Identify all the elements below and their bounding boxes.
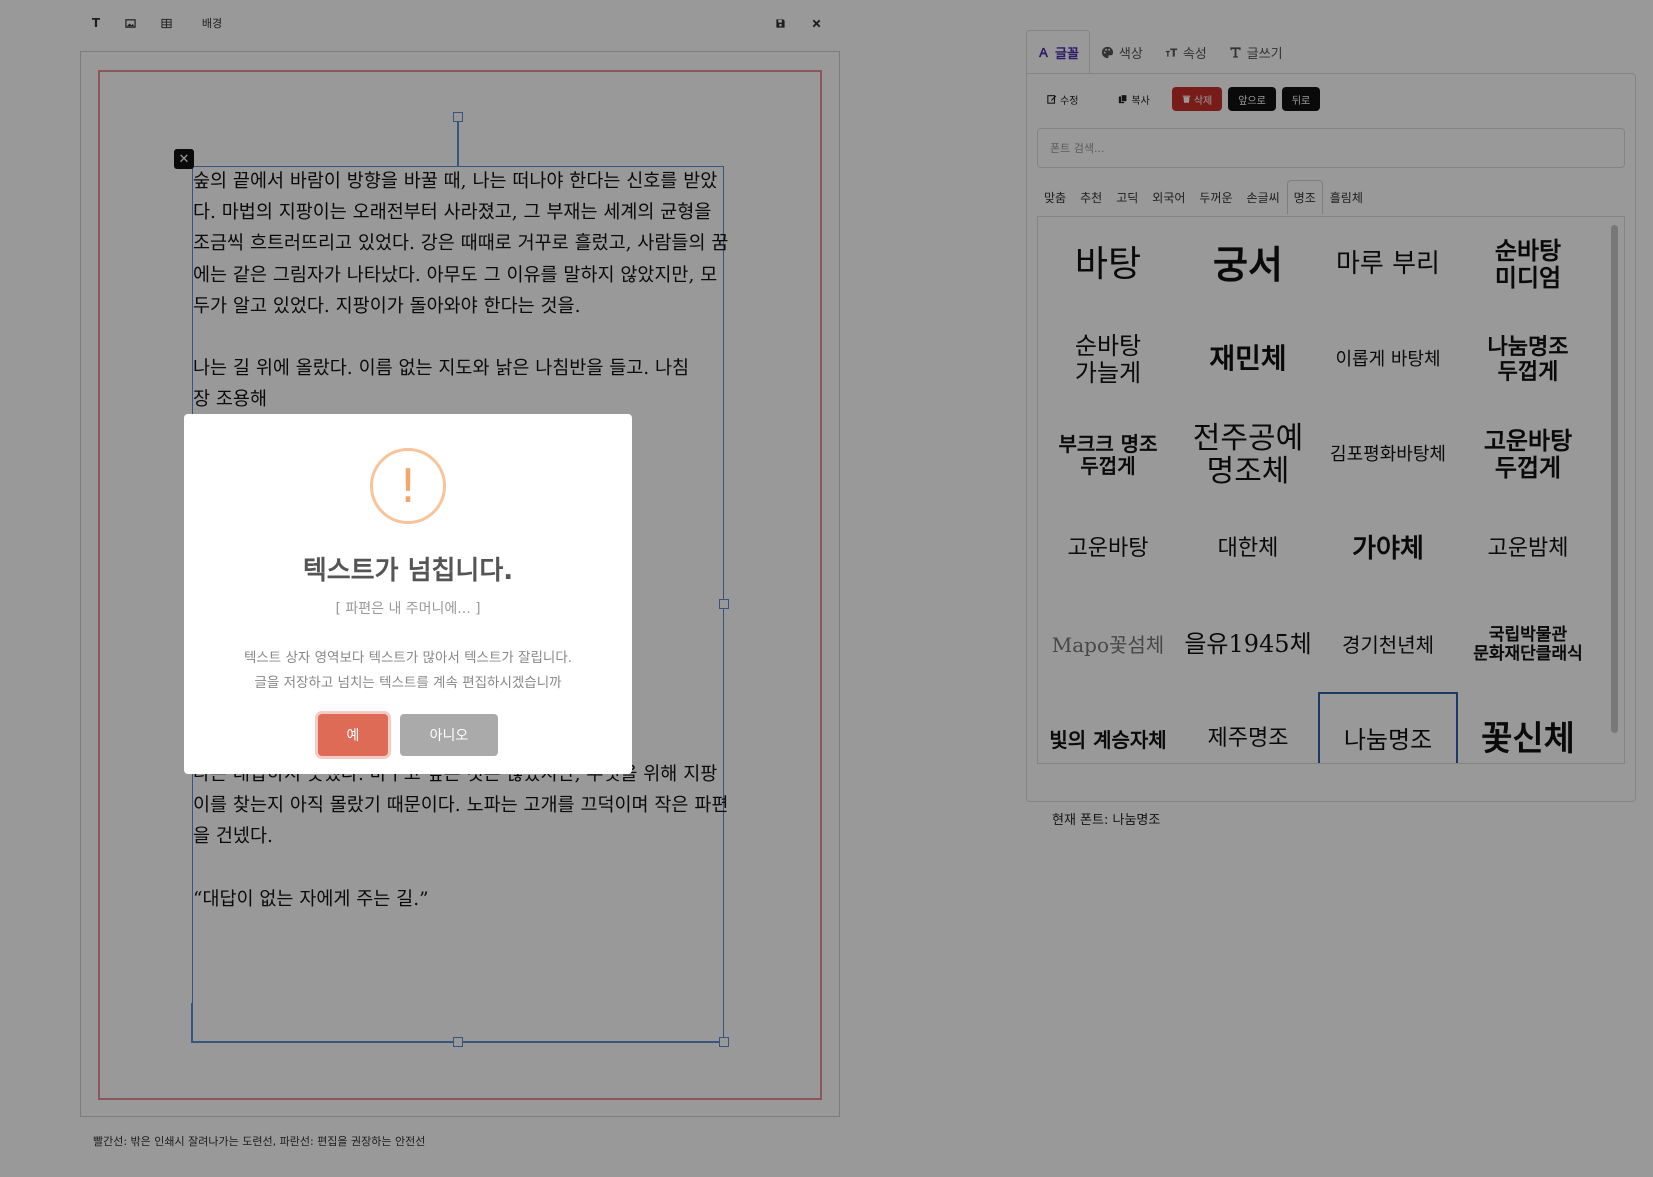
confirm-yes-button[interactable]: 예	[318, 714, 388, 756]
dialog-subtitle: [ 파편은 내 주머니에... ]	[335, 601, 481, 617]
dialog-message-line1: 텍스트 상자 영역보다 텍스트가 많아서 텍스트가 잘립니다.	[243, 650, 573, 666]
dialog-message: 텍스트 상자 영역보다 텍스트가 많아서 텍스트가 잘립니다. 글을 저장하고 …	[184, 646, 632, 696]
overflow-warning-dialog: ! 텍스트가 넘칩니다. [ 파편은 내 주머니에... ] 텍스트 상자 영역…	[184, 414, 632, 774]
dialog-message-line2: 글을 저장하고 넘치는 텍스트를 계속 편집하시겠습니까	[254, 675, 562, 691]
confirm-no-button[interactable]: 아니오	[400, 714, 498, 756]
warning-icon: !	[370, 448, 446, 524]
dialog-title: 텍스트가 넘칩니다.	[302, 556, 514, 586]
